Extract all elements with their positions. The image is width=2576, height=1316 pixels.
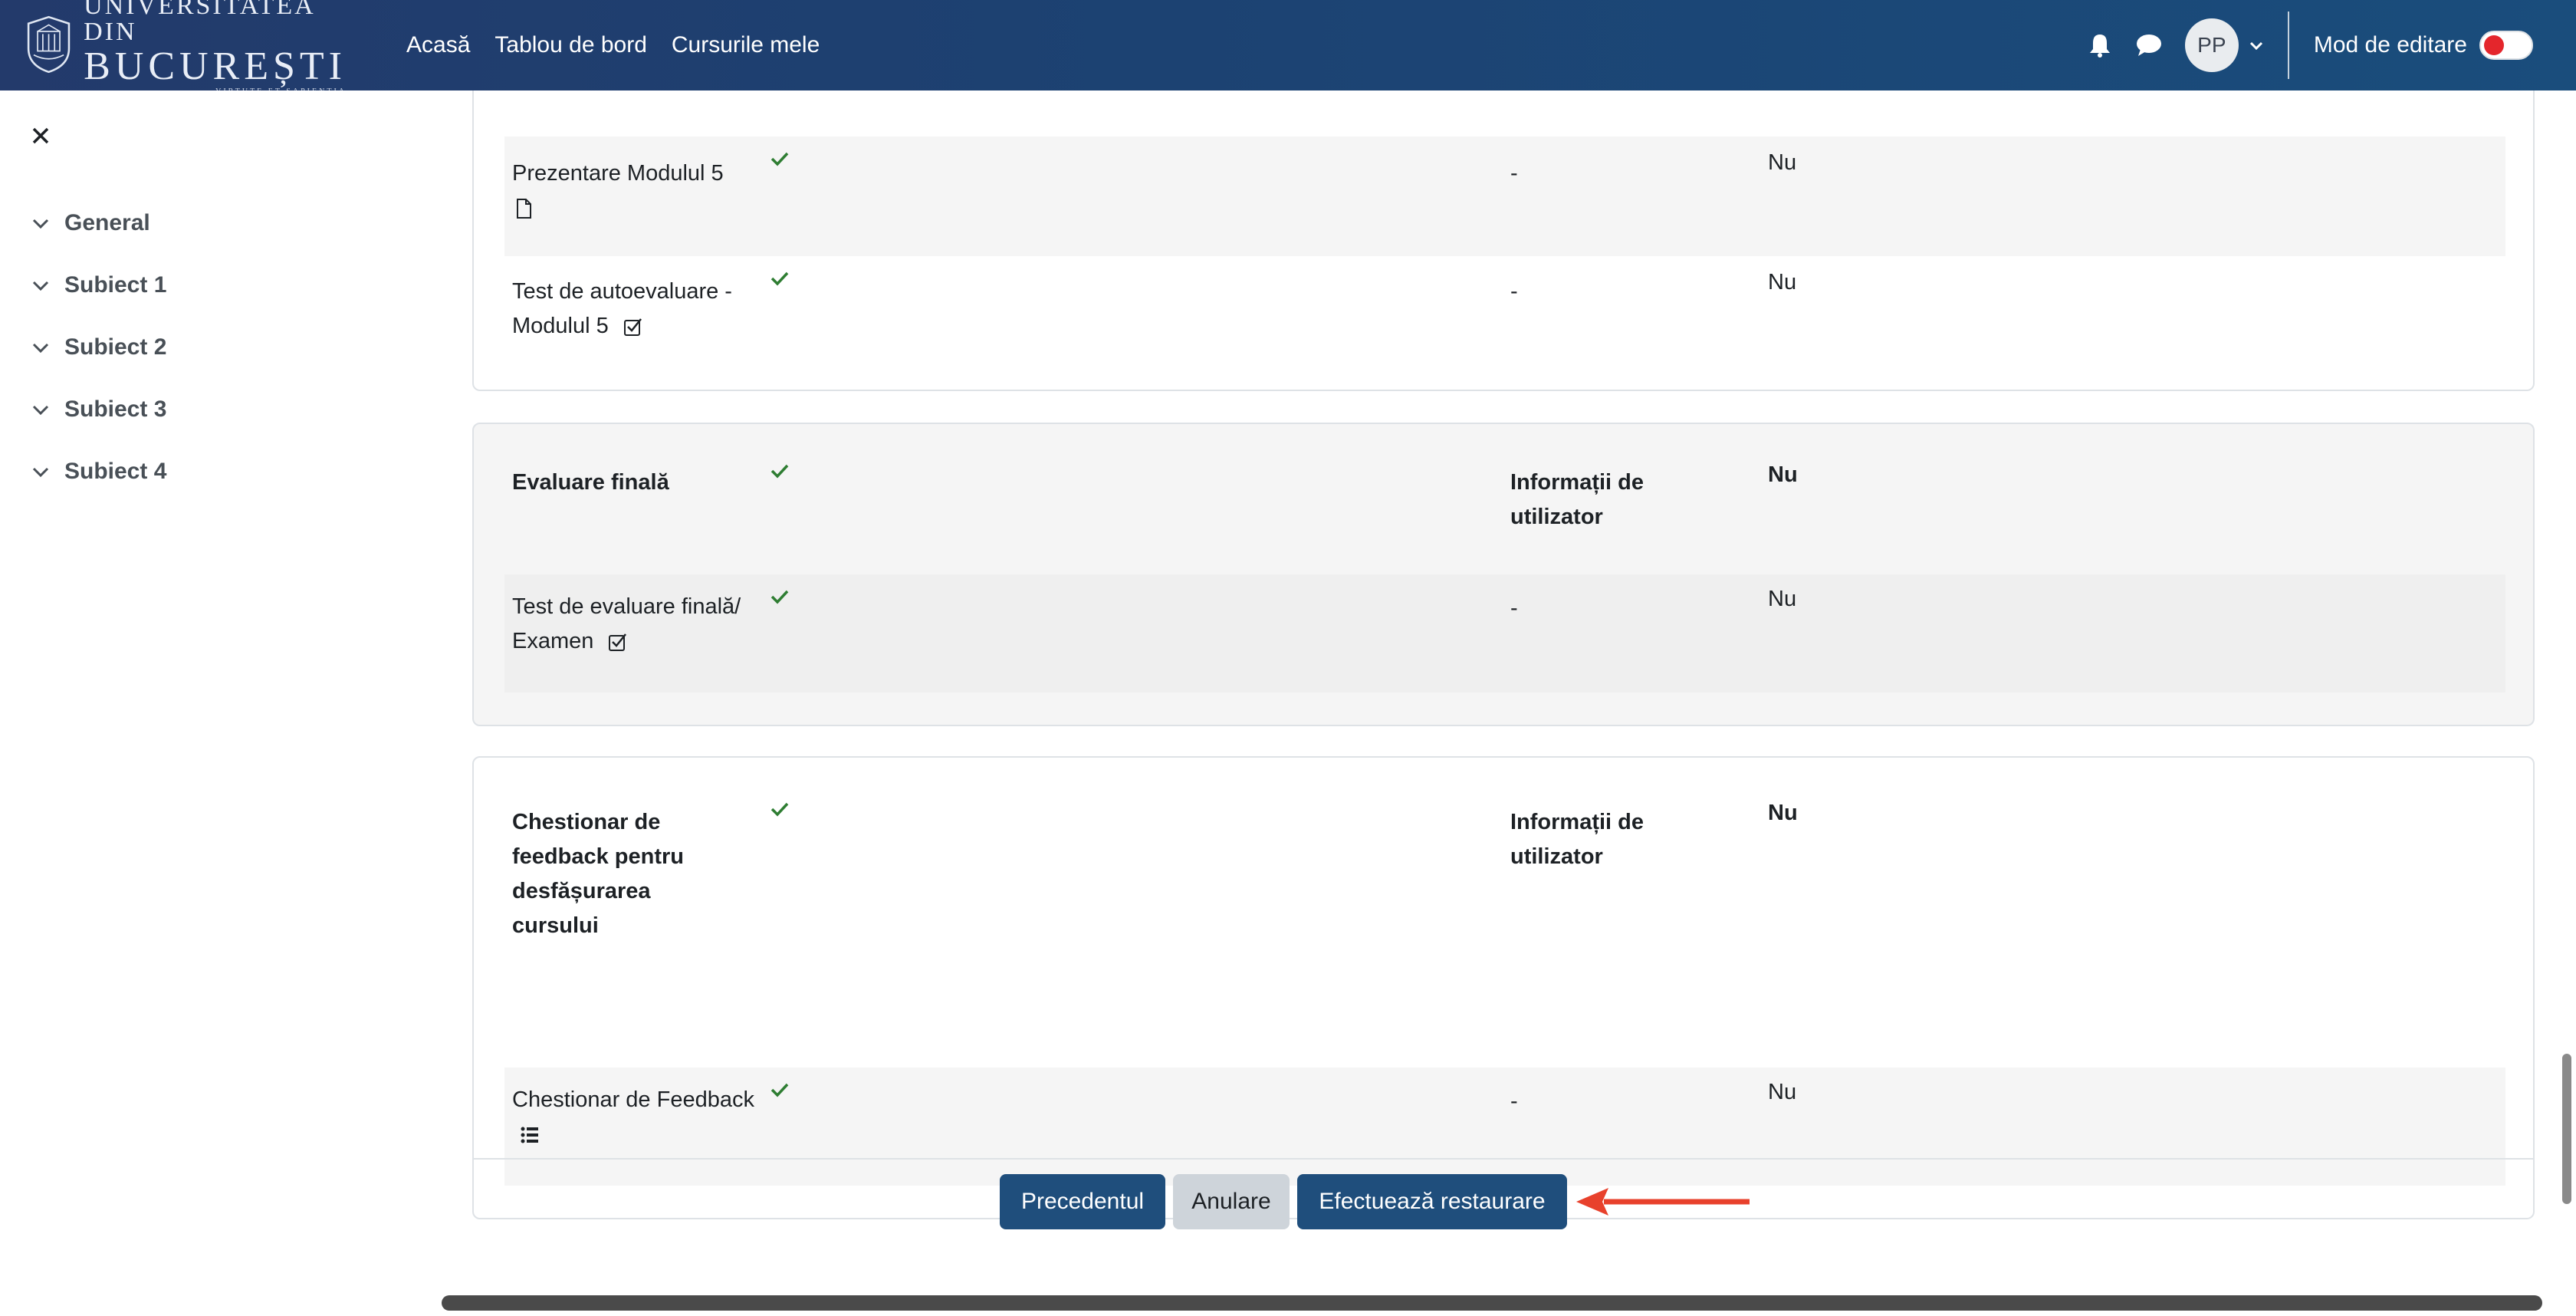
chevron-down-icon[interactable] (2248, 37, 2265, 54)
table-row: Test de autoevaluare - Modulul 5 - Nu (504, 256, 2505, 376)
feedback-icon (521, 1127, 538, 1143)
user-info-label: Informații de utilizator (1510, 470, 1644, 529)
toggle-knob (2484, 35, 2504, 55)
logo-wordmark: UNIVERSITATEA DIN BUCUREȘTI VIRTUTE ET S… (84, 0, 347, 96)
previous-button[interactable]: Precedentul (1000, 1174, 1165, 1229)
table-row: Prezentare Modulul 5 - Nu (504, 137, 2505, 256)
restore-review-content: Prezentare Modulul 5 - Nu Test de autoev… (437, 90, 2576, 1316)
user-navigation: PP Mod de editare (2087, 0, 2576, 90)
horizontal-scrollbar[interactable] (442, 1295, 2542, 1311)
user-info-value: - (1510, 1089, 1518, 1114)
close-icon (32, 127, 49, 144)
activity-name: Test de autoevaluare - Modulul 5 (512, 275, 757, 344)
sidebar-item-label: Subiect 2 (64, 334, 167, 360)
chevron-down-icon[interactable] (31, 213, 51, 233)
table-row: Test de evaluare finală/ Examen - Nu (504, 574, 2505, 693)
user-info-value: - (1510, 596, 1518, 620)
check-icon (770, 590, 789, 604)
quiz-icon (623, 318, 642, 337)
crest-icon (27, 15, 71, 74)
university-logo[interactable]: UNIVERSITATEA DIN BUCUREȘTI VIRTUTE ET S… (25, 0, 347, 96)
section-card-final-evaluation: Evaluare finală Informații de utilizator… (472, 423, 2535, 726)
user-info-value: - (1510, 279, 1518, 304)
file-icon (517, 199, 531, 219)
messages-icon[interactable] (2136, 32, 2162, 58)
cancel-button[interactable]: Anulare (1173, 1174, 1290, 1229)
check-icon (770, 1083, 789, 1097)
overwrite-value: Nu (1768, 1080, 1797, 1104)
sidebar-item-label: Subiect 3 (64, 396, 167, 422)
perform-restore-button[interactable]: Efectuează restaurare (1297, 1174, 1567, 1229)
section-header-row: Evaluare finală Informații de utilizator… (504, 424, 2505, 574)
primary-navigation: Acasă Tablou de bord Cursurile mele (406, 0, 820, 90)
nav-divider (2287, 12, 2289, 79)
course-index-drawer: General Subiect 1 Subiect 2 Subiect 3 Su… (0, 90, 437, 1316)
close-drawer-button[interactable] (28, 123, 54, 149)
overwrite-value: Nu (1768, 150, 1797, 175)
section-card-feedback: Chestionar de feedback pentru desfășurar… (472, 756, 2535, 1219)
user-info-value: - (1510, 161, 1518, 186)
overwrite-value: Nu (1768, 587, 1797, 611)
table-row: Chestionar de Feedback - Nu (504, 1068, 2505, 1186)
chevron-down-icon[interactable] (31, 275, 51, 295)
edit-mode-toggle[interactable] (2479, 31, 2533, 60)
vertical-scrollbar[interactable] (2562, 1054, 2571, 1204)
check-icon (770, 152, 789, 166)
annotation-arrow-icon (1576, 1188, 1750, 1216)
section-title: Evaluare finală (512, 470, 669, 495)
sidebar-item-subiect-1[interactable]: Subiect 1 (31, 266, 166, 304)
activity-name: Test de evaluare finală/ Examen (512, 590, 757, 659)
user-info-label: Informații de utilizator (1510, 810, 1644, 869)
overwrite-value: Nu (1768, 270, 1797, 294)
chevron-down-icon[interactable] (31, 337, 51, 357)
sidebar-item-label: Subiect 4 (64, 459, 167, 484)
nav-link-my-courses[interactable]: Cursurile mele (672, 32, 820, 58)
sidebar-item-general[interactable]: General (31, 204, 150, 242)
chevron-down-icon[interactable] (31, 400, 51, 419)
user-avatar[interactable]: PP (2184, 18, 2239, 72)
check-icon (770, 464, 789, 479)
section-title: Chestionar de feedback pentru desfășurar… (512, 810, 684, 938)
footer-divider (472, 1158, 2535, 1160)
activity-name: Prezentare Modulul 5 (512, 156, 757, 225)
sidebar-item-subiect-2[interactable]: Subiect 2 (31, 328, 166, 367)
overwrite-value: Nu (1768, 462, 1798, 487)
section-header-row: Chestionar de feedback pentru desfășurar… (504, 758, 2505, 1068)
sidebar-item-label: General (64, 210, 150, 235)
quiz-icon (609, 633, 627, 652)
section-card-module-5: Prezentare Modulul 5 - Nu Test de autoev… (472, 90, 2535, 391)
logo-line-2: BUCUREȘTI (84, 44, 347, 88)
edit-mode-label: Mod de editare (2313, 32, 2467, 58)
activity-title: Prezentare Modulul 5 (512, 161, 724, 186)
chevron-down-icon[interactable] (31, 462, 51, 482)
bell-icon[interactable] (2087, 32, 2113, 58)
activity-title: Chestionar de Feedback (512, 1087, 754, 1112)
overwrite-value: Nu (1768, 801, 1798, 825)
check-icon (770, 271, 789, 286)
top-navbar: UNIVERSITATEA DIN BUCUREȘTI VIRTUTE ET S… (0, 0, 2576, 96)
sidebar-item-subiect-4[interactable]: Subiect 4 (31, 452, 166, 491)
logo-line-1: UNIVERSITATEA DIN (84, 0, 314, 46)
activity-name: Chestionar de Feedback (512, 1083, 757, 1152)
check-icon (770, 802, 789, 817)
nav-link-home[interactable]: Acasă (406, 32, 470, 58)
sidebar-item-label: Subiect 1 (64, 272, 167, 298)
nav-link-dashboard[interactable]: Tablou de bord (495, 32, 647, 58)
sidebar-item-subiect-3[interactable]: Subiect 3 (31, 390, 166, 429)
